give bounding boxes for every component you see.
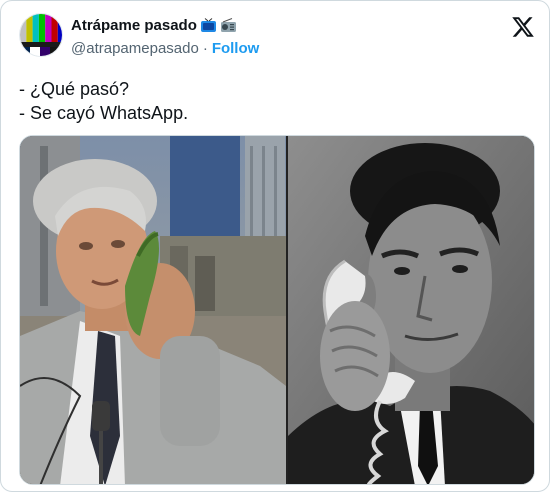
name-row: Atrápame pasado [71, 17, 237, 34]
tv-icon [200, 18, 216, 32]
handle-row: @atrapamepasado · Follow [71, 40, 259, 57]
avatar[interactable] [19, 13, 63, 57]
tv-test-pattern-avatar-image [20, 14, 62, 56]
radio-icon [220, 18, 236, 32]
tweet-card: Atrápame pasado @atrapamepasado · Follow [0, 0, 550, 492]
follow-button[interactable]: Follow [212, 40, 260, 57]
right-photo [288, 136, 534, 484]
x-logo-icon[interactable] [511, 15, 535, 39]
user-handle[interactable]: @atrapamepasado [71, 40, 199, 57]
tweet-line-2: - Se cayó WhatsApp. [19, 103, 189, 123]
tweet-text: - ¿Qué pasó? - Se cayó WhatsApp. [19, 77, 188, 125]
panel-divider [286, 136, 288, 484]
display-name[interactable]: Atrápame pasado [71, 17, 197, 34]
tweet-media[interactable] [19, 135, 535, 485]
two-men-on-phone-image [20, 136, 534, 484]
tweet-line-1: - ¿Qué pasó? [19, 79, 130, 99]
separator-dot: · [202, 40, 208, 57]
left-photo [20, 136, 286, 484]
tweet-header: Atrápame pasado @atrapamepasado · Follow [19, 13, 539, 61]
